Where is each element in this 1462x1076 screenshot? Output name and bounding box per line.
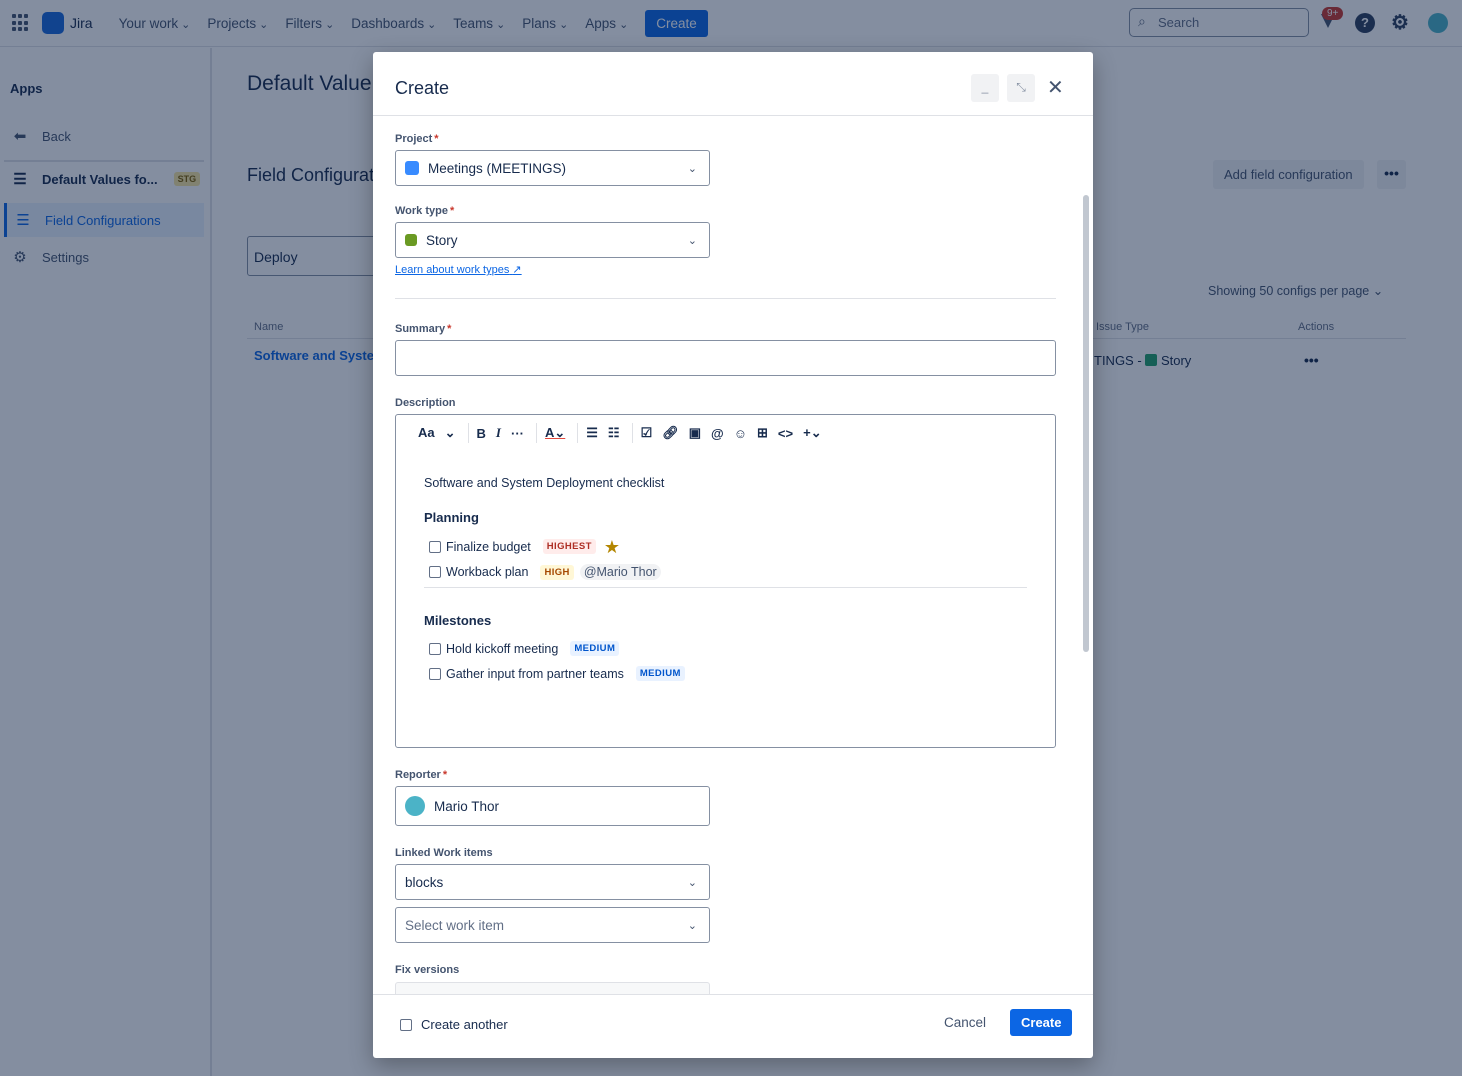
bullet-list-icon[interactable]: ☰ (586, 425, 598, 441)
collapse-icon[interactable]: ⤡ (1007, 74, 1035, 102)
modal-footer: Create another Cancel Create (373, 994, 1093, 1058)
modal-title: Create (395, 78, 450, 98)
table-icon[interactable]: ⊞ (757, 425, 768, 441)
learn-work-types-link[interactable]: Learn about work types ↗ (395, 263, 522, 276)
priority-lozenge: MEDIUM (570, 641, 620, 656)
editor-toolbar: Aa ⌄ B I ··· A⌄ ☰ ☷ ☑ 🔗︎ ▣ @ ☺ ⊞ <> +⌄ (418, 423, 832, 443)
horizontal-rule (424, 587, 1027, 588)
action-item: Finalize budget HIGHEST ★ (429, 536, 620, 557)
minimize-icon[interactable]: _ (971, 74, 999, 102)
section-heading: Planning (424, 510, 479, 525)
text-color-icon[interactable]: A⌄ (545, 425, 565, 441)
close-icon[interactable]: ✕ (1047, 78, 1064, 98)
checkbox[interactable] (429, 642, 441, 655)
reporter-avatar (405, 796, 425, 816)
summary-label: Summary * (395, 323, 452, 335)
emoji-icon[interactable]: ☺ (734, 426, 747, 441)
fix-versions-label: Fix versions (395, 964, 460, 976)
checkbox[interactable] (429, 566, 441, 578)
link-type-value: blocks (405, 874, 444, 890)
italic-icon[interactable]: I (496, 425, 501, 441)
item-text: Finalize budget (446, 539, 531, 554)
project-icon (405, 161, 419, 175)
reporter-select[interactable]: Mario Thor (395, 786, 710, 826)
chevron-down-icon: ⌄ (687, 919, 697, 932)
action-item: Gather input from partner teams MEDIUM (429, 666, 685, 681)
priority-lozenge: MEDIUM (635, 666, 685, 681)
text-style-button[interactable]: Aa ⌄ (418, 425, 456, 441)
chevron-down-icon: ⌄ (687, 234, 697, 247)
checkbox[interactable] (400, 1018, 412, 1031)
project-label: Project * (395, 133, 439, 145)
description-label: Description (395, 397, 456, 409)
create-another-checkbox[interactable]: Create another (400, 1017, 508, 1032)
item-text: Hold kickoff meeting (446, 641, 559, 656)
modal-scrollbar[interactable] (1083, 195, 1089, 652)
item-text: Workback plan (446, 565, 529, 579)
create-button[interactable]: Create (1010, 1009, 1073, 1036)
checkbox[interactable] (429, 667, 441, 680)
work-type-label: Work type * (395, 205, 455, 217)
work-item-placeholder: Select work item (405, 917, 505, 933)
description-editor[interactable]: Aa ⌄ B I ··· A⌄ ☰ ☷ ☑ 🔗︎ ▣ @ ☺ ⊞ <> +⌄ Software and… (395, 414, 1056, 748)
action-item: Hold kickoff meeting MEDIUM (429, 641, 620, 656)
external-link-icon: ↗ (512, 264, 522, 276)
create-modal: Create _ ⤡ ✕ Project * Meetings (MEETINGS… (373, 52, 1093, 1058)
cancel-button[interactable]: Cancel (944, 1015, 986, 1030)
numbered-list-icon[interactable]: ☷ (608, 425, 620, 441)
modal-body: Project * Meetings (MEETINGS) ⌄ Work type *… (373, 117, 1093, 994)
bold-icon[interactable]: B (477, 426, 486, 441)
priority-lozenge: HIGH (540, 564, 574, 580)
star-icon: ★ (603, 536, 620, 557)
action-item: Workback plan HIGH @Mario Thor (429, 564, 661, 580)
code-icon[interactable]: <> (778, 426, 793, 441)
modal-header: Create _ ⤡ ✕ (373, 52, 1093, 116)
more-formatting-icon[interactable]: ··· (511, 426, 524, 441)
project-select[interactable]: Meetings (MEETINGS) ⌄ (395, 150, 710, 186)
work-item-select[interactable]: Select work item ⌄ (395, 907, 710, 943)
description-intro: Software and System Deployment checklist (424, 476, 665, 490)
work-type-select[interactable]: Story ⌄ (395, 222, 710, 258)
chevron-down-icon: ⌄ (687, 876, 697, 889)
link-icon[interactable]: 🔗︎ (662, 425, 679, 441)
work-type-value: Story (426, 232, 458, 248)
link-type-select[interactable]: blocks ⌄ (395, 864, 710, 900)
section-heading: Milestones (424, 613, 492, 628)
project-value: Meetings (MEETINGS) (428, 160, 567, 176)
insert-more-icon[interactable]: +⌄ (803, 425, 821, 441)
checkbox[interactable] (429, 540, 441, 553)
reporter-value: Mario Thor (434, 798, 500, 814)
item-text: Gather input from partner teams (446, 666, 624, 681)
create-another-label: Create another (421, 1017, 508, 1032)
linked-items-label: Linked Work items (395, 847, 493, 859)
chevron-down-icon: ⌄ (687, 162, 697, 175)
fix-versions-select[interactable] (395, 982, 710, 994)
summary-input[interactable] (395, 340, 1056, 376)
image-icon[interactable]: ▣ (689, 425, 701, 441)
reporter-label: Reporter * (395, 769, 448, 781)
priority-lozenge: HIGHEST (542, 539, 596, 554)
user-mention[interactable]: @Mario Thor (579, 564, 661, 580)
action-item-icon[interactable]: ☑ (641, 425, 653, 441)
mention-icon[interactable]: @ (711, 426, 724, 441)
section-divider (395, 298, 1056, 299)
story-icon (405, 234, 417, 246)
